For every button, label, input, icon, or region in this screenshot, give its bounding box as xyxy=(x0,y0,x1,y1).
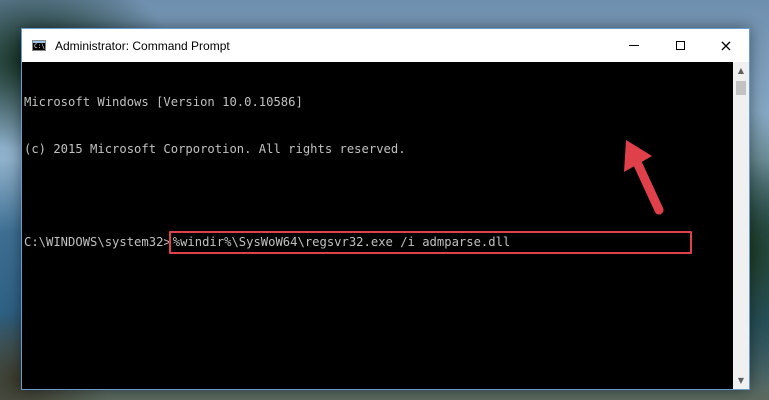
title-bar[interactable]: C:\ Administrator: Command Prompt × xyxy=(22,29,749,62)
command-text[interactable]: %windir%\SysWoW64\regsvr32.exe /i admpar… xyxy=(173,235,511,249)
vertical-scrollbar[interactable]: ▲ ▼ xyxy=(733,62,749,389)
scroll-down-icon[interactable]: ▼ xyxy=(733,372,749,389)
minimize-icon xyxy=(629,45,639,46)
cmd-icon[interactable]: C:\ xyxy=(32,40,46,51)
maximize-button[interactable] xyxy=(657,29,703,62)
maximize-icon xyxy=(675,41,685,50)
minimize-button[interactable] xyxy=(611,29,657,62)
highlighted-command-box: %windir%\SysWoW64\regsvr32.exe /i admpar… xyxy=(168,230,693,254)
arrow-shaft xyxy=(631,155,664,215)
console-line: Microsoft Windows [Version 10.0.10586] xyxy=(24,95,303,109)
window-controls: × xyxy=(611,29,749,62)
red-arrow-icon xyxy=(624,140,664,215)
window-title: Administrator: Command Prompt xyxy=(55,38,230,53)
close-icon: × xyxy=(719,35,733,55)
close-button[interactable]: × xyxy=(703,29,749,62)
console-output[interactable]: Microsoft Windows [Version 10.0.10586] (… xyxy=(22,62,733,389)
cmd-icon-label: C:\ xyxy=(34,43,45,50)
scroll-up-icon[interactable]: ▲ xyxy=(733,62,749,79)
command-line: C:\WINDOWS\system32> %windir%\SysWoW64\re… xyxy=(24,230,733,254)
scroll-thumb[interactable] xyxy=(736,81,746,95)
prompt-text: C:\WINDOWS\system32> xyxy=(24,234,171,249)
